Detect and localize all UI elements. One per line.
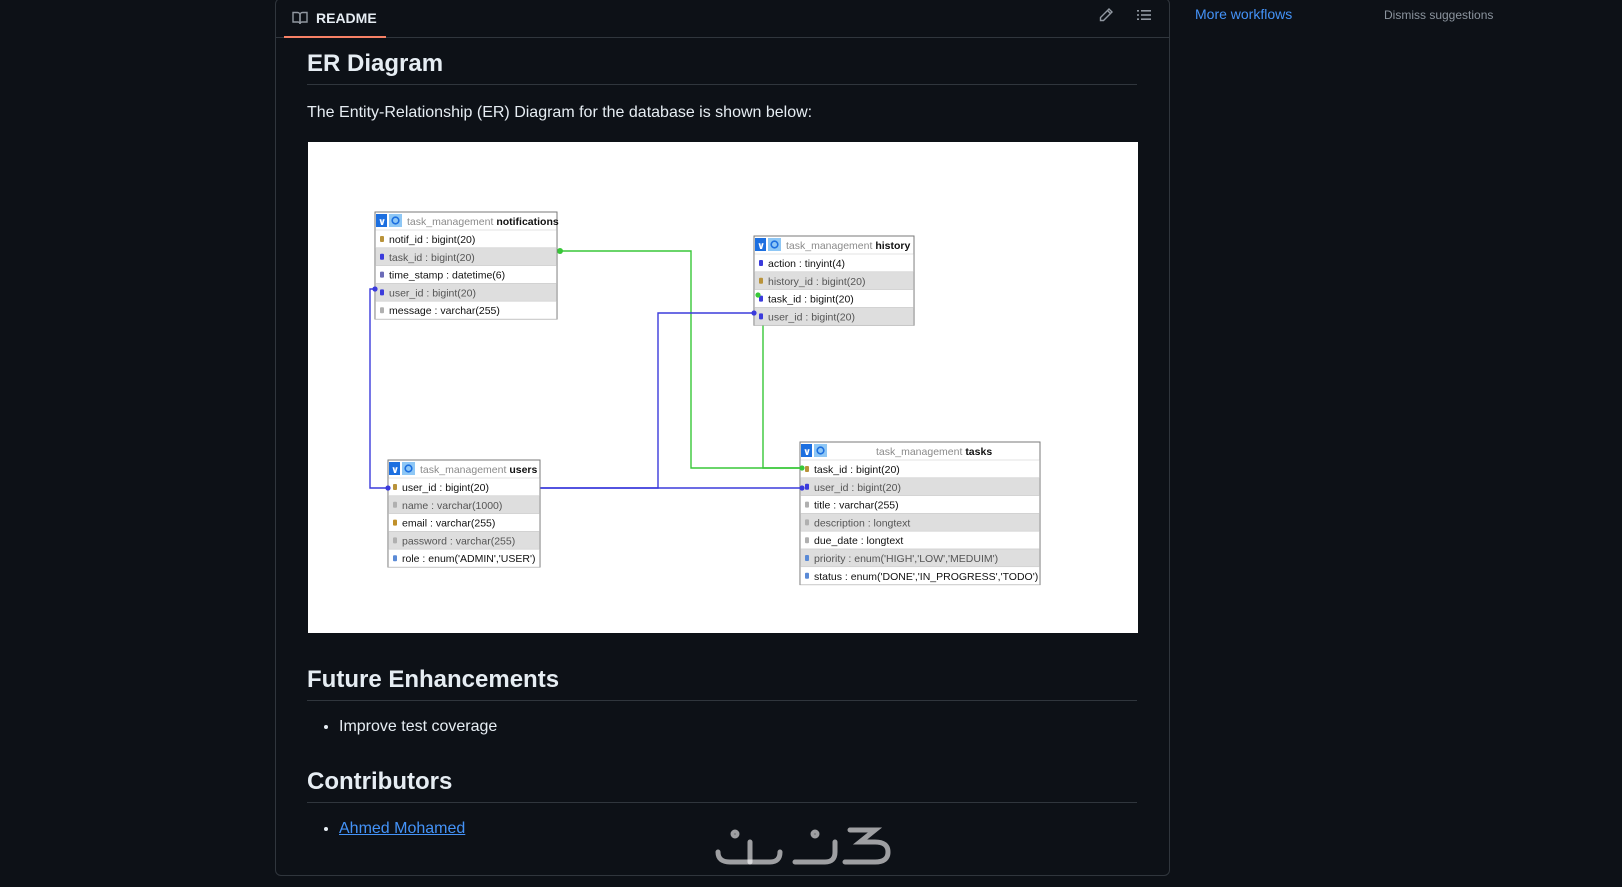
- markdown-body: ER Diagram The Entity-Relationship (ER) …: [307, 50, 1137, 125]
- er-diagram-image: ∨ task_management notifications notif_id :…: [308, 142, 1138, 633]
- relationship-endpoint: [751, 310, 757, 316]
- field-enum-icon: [805, 572, 809, 579]
- list-unordered-icon[interactable]: [1135, 6, 1153, 24]
- table-toggle-glyph: ∨: [378, 217, 386, 228]
- table-schema: task_management: [407, 216, 496, 228]
- table-header: task_management tasks: [876, 446, 992, 458]
- future-section: Future Enhancements Improve test coverag…: [307, 666, 1137, 739]
- field-enum-icon: [805, 555, 809, 561]
- pencil-icon[interactable]: [1097, 6, 1115, 24]
- field-text-icon: [805, 519, 809, 526]
- field-label: message : varchar(255): [389, 305, 500, 317]
- table-header: task_management history: [786, 240, 910, 252]
- table-options-icon[interactable]: [402, 462, 415, 475]
- heading-contributors: Contributors: [307, 768, 1137, 803]
- table-options-icon[interactable]: [814, 444, 827, 457]
- relationship-endpoint: [799, 465, 805, 471]
- field-label: task_id : bigint(20): [389, 252, 475, 264]
- field-foreign-icon: [380, 289, 384, 296]
- table-header: task_management users: [420, 464, 537, 476]
- field-text-icon: [393, 537, 397, 544]
- field-text-icon: [805, 501, 809, 508]
- table-name: users: [509, 464, 537, 476]
- future-list: Improve test coverage: [307, 715, 1137, 739]
- field-text-icon: [380, 307, 384, 314]
- er-table-notifications[interactable]: ∨ task_management notifications notif_id :…: [374, 211, 559, 320]
- table-schema: task_management: [876, 446, 965, 458]
- field-label: user_id : bigint(20): [402, 482, 489, 494]
- table-toggle-glyph: ∨: [757, 241, 765, 252]
- readme-header: README: [276, 0, 1169, 38]
- table-name: notifications: [496, 216, 559, 228]
- field-label: history_id : bigint(20): [768, 276, 865, 288]
- field-label: priority : enum('HIGH','LOW','MEDUIM'): [814, 553, 998, 565]
- field-label: time_stamp : datetime(6): [389, 270, 505, 282]
- er-intro-text: The Entity-Relationship (ER) Diagram for…: [307, 104, 813, 121]
- field-primary-icon: [759, 277, 763, 284]
- er-table-history[interactable]: ∨ task_management history action : tinyint…: [753, 235, 915, 326]
- table-name: tasks: [965, 446, 992, 458]
- field-date-icon: [380, 271, 384, 278]
- contributor-link[interactable]: Ahmed Mohamed: [339, 820, 465, 837]
- field-label: user_id : bigint(20): [768, 311, 855, 323]
- field-unique-icon: [393, 519, 397, 526]
- table-schema: task_management: [420, 464, 509, 476]
- field-primary-icon: [805, 466, 809, 472]
- field-foreign-icon: [759, 313, 763, 320]
- field-foreign-icon: [380, 253, 384, 260]
- relationship-endpoint: [372, 286, 378, 292]
- field-label: email : varchar(255): [402, 518, 495, 530]
- field-label: user_id : bigint(20): [389, 287, 476, 299]
- heading-future-enhancements: Future Enhancements: [307, 666, 1137, 701]
- field-enum-icon: [393, 555, 397, 562]
- field-label: password : varchar(255): [402, 535, 515, 547]
- relationship-endpoint: [799, 485, 805, 491]
- field-text-icon: [805, 537, 809, 544]
- field-label: description : longtext: [814, 517, 910, 529]
- table-name: history: [875, 240, 910, 252]
- future-item: Improve test coverage: [339, 715, 1137, 739]
- er-table-tasks[interactable]: ∨ task_management tasks task_id : bigint(2…: [799, 441, 1041, 586]
- field-label: role : enum('ADMIN','USER'): [402, 553, 535, 565]
- field-primary-icon: [380, 236, 384, 242]
- relationship-endpoint: [755, 292, 761, 298]
- table-options-icon[interactable]: [768, 238, 781, 251]
- field-label: task_id : bigint(20): [814, 464, 900, 476]
- field-label: user_id : bigint(20): [814, 482, 901, 494]
- field-label: task_id : bigint(20): [768, 294, 854, 306]
- relationship-history-users: [540, 312, 754, 489]
- table-schema: task_management: [786, 240, 875, 252]
- field-label: action : tinyint(4): [768, 258, 845, 270]
- field-label: due_date : longtext: [814, 535, 903, 547]
- watermark-logo: [710, 820, 910, 870]
- field-foreign-icon: [805, 483, 809, 490]
- tab-readme[interactable]: README: [284, 0, 386, 38]
- list-item-text: Improve test coverage: [339, 718, 498, 735]
- dismiss-suggestions-button[interactable]: Dismiss suggestions: [1384, 8, 1493, 22]
- more-workflows-link[interactable]: More workflows: [1195, 6, 1292, 22]
- field-label: name : varchar(1000): [402, 500, 502, 512]
- table-toggle-glyph: ∨: [803, 447, 811, 458]
- book-icon: [292, 10, 308, 26]
- table-options-icon[interactable]: [389, 214, 402, 227]
- relationship-endpoint: [385, 485, 391, 491]
- field-label: status : enum('DONE','IN_PROGRESS','TODO…: [814, 571, 1038, 583]
- field-primary-icon: [393, 484, 397, 490]
- er-table-users[interactable]: ∨ task_management users user_id : bigint(2…: [387, 459, 541, 568]
- field-number-icon: [759, 260, 763, 266]
- relationship-endpoint: [557, 248, 563, 254]
- field-label: notif_id : bigint(20): [389, 234, 475, 246]
- table-toggle-glyph: ∨: [391, 465, 399, 476]
- field-label: title : varchar(255): [814, 500, 899, 512]
- heading-er-diagram: ER Diagram: [307, 50, 1137, 85]
- table-header: task_management notifications: [407, 216, 559, 228]
- field-text-icon: [393, 501, 397, 508]
- readme-tab-label: README: [316, 9, 377, 26]
